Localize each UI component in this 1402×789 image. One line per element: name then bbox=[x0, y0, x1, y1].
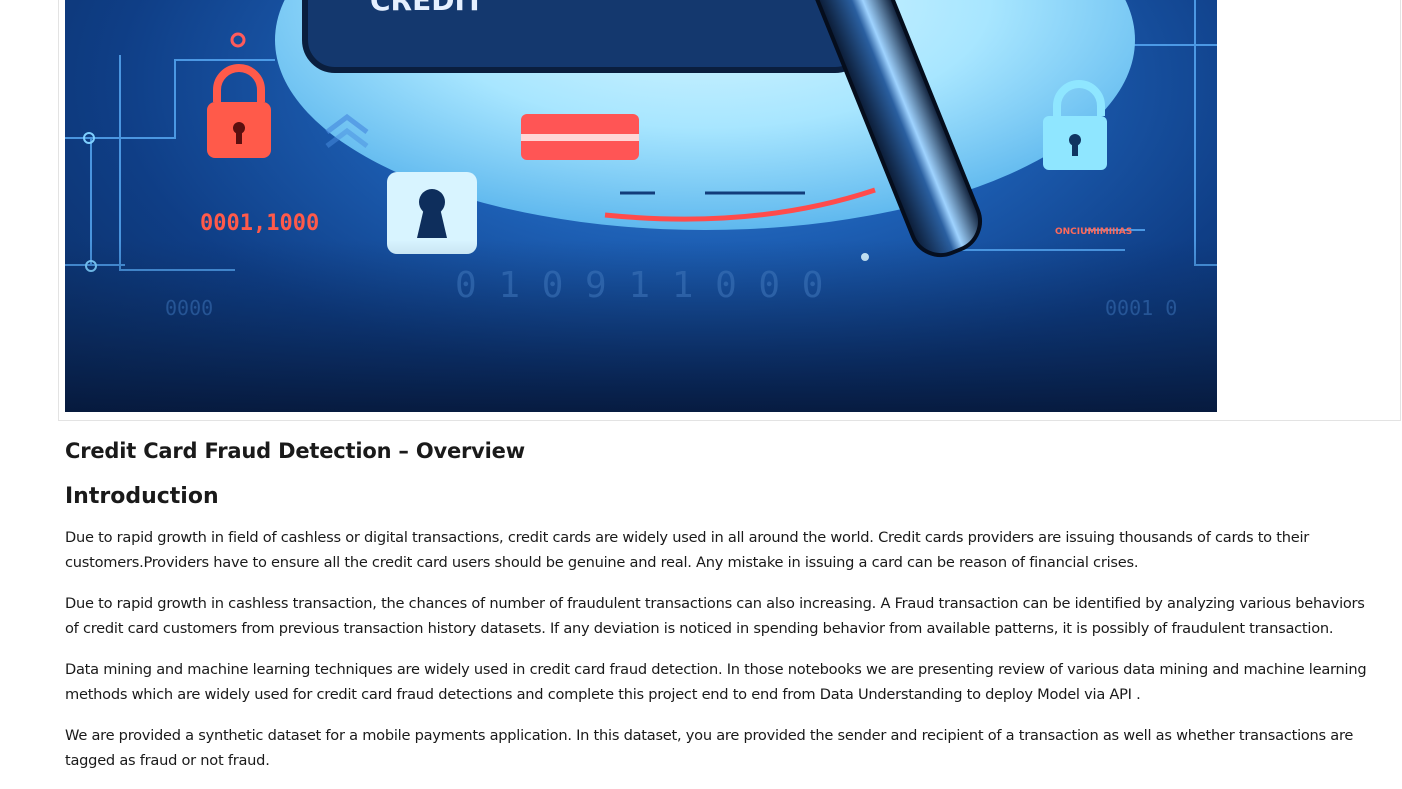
article: Credit Card Fraud Detection – Overview I… bbox=[65, 438, 1375, 789]
paragraph: Due to rapid growth in field of cashless… bbox=[65, 528, 1309, 572]
hero-digits-red: 0001,1000 bbox=[200, 211, 319, 236]
hero-digits-small-right: 0001 0 bbox=[1105, 296, 1177, 320]
card-text: CREDIT bbox=[370, 0, 484, 17]
paragraph: Due to rapid growth in cashless transact… bbox=[65, 594, 1365, 638]
page-title: Credit Card Fraud Detection – Overview bbox=[65, 439, 525, 463]
hero-digits-small-left: 0000 bbox=[165, 296, 213, 320]
paragraph: Data mining and machine learning techniq… bbox=[65, 660, 1367, 704]
red-lock-icon bbox=[207, 64, 271, 158]
hero-image: CREDIT 0001,1000 0 1 0 9 1 1 0 0 0 0000 … bbox=[65, 0, 1217, 412]
hero-digits-tag: ONCIUMIMIIIAS bbox=[1055, 227, 1132, 237]
section-heading: Introduction bbox=[65, 484, 219, 510]
hero-digits-bottom: 0 1 0 9 1 1 0 0 0 bbox=[455, 265, 823, 306]
paragraph: We are provided a synthetic dataset for … bbox=[65, 726, 1354, 770]
